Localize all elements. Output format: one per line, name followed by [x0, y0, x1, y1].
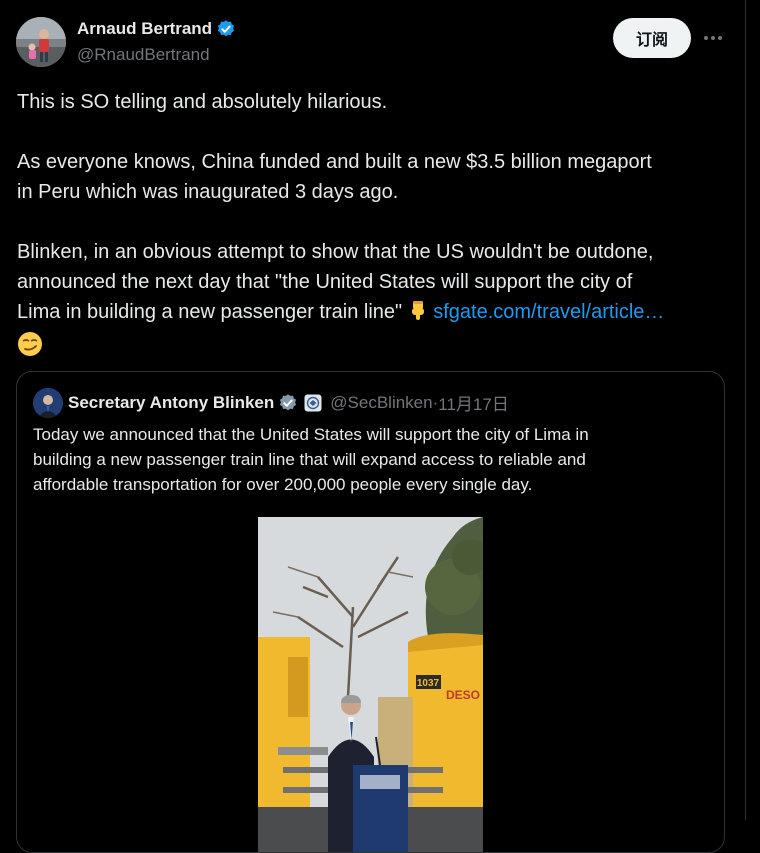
quoted-author-handle[interactable]: @SecBlinken: [330, 393, 432, 413]
train-lettering: DESO: [446, 688, 480, 702]
train-number: 1037: [417, 678, 440, 689]
tweet-line-with-link: Lima in building a new passenger train l…: [17, 297, 737, 331]
quoted-video-thumbnail[interactable]: 1037 DESO: [258, 517, 483, 852]
quoted-line: building a new passenger train line that…: [33, 450, 586, 469]
subscribe-button[interactable]: 订阅: [613, 18, 691, 58]
tweet-line: This is SO telling and absolutely hilari…: [17, 91, 388, 113]
tweet-emoji-line: [17, 331, 737, 366]
tweet-line: Blinken, in an obvious attempt to show t…: [17, 241, 654, 263]
tweet-line: As everyone knows, China funded and buil…: [17, 151, 652, 173]
quoted-date[interactable]: 11月17日: [438, 390, 509, 415]
quoted-line: affordable transportation for over 200,0…: [33, 475, 533, 494]
quoted-line: Today we announced that the United State…: [33, 425, 589, 444]
author-name[interactable]: Arnaud Bertrand: [77, 19, 212, 39]
tweet-line: in Peru which was inaugurated 3 days ago…: [17, 181, 399, 203]
quoted-tweet-card[interactable]: Secretary Antony Blinken @SecBlinken · 1…: [16, 371, 725, 853]
quoted-author-avatar[interactable]: [33, 388, 63, 418]
more-options-icon[interactable]: [701, 26, 725, 50]
author-name-row[interactable]: Arnaud Bertrand: [77, 19, 236, 39]
quoted-author-name[interactable]: Secretary Antony Blinken: [68, 393, 274, 413]
verified-badge-icon: [216, 19, 236, 39]
article-link[interactable]: sfgate.com/travel/article…: [433, 301, 664, 323]
tweet-line: Lima in building a new passenger train l…: [17, 301, 403, 323]
government-badge-icon: [304, 394, 322, 412]
column-border: [745, 0, 746, 820]
author-avatar[interactable]: [16, 17, 66, 67]
author-handle[interactable]: @RnaudBertrand: [77, 45, 210, 65]
quoted-text: Today we announced that the United State…: [33, 422, 713, 497]
tweet-line: announced the next day that "the United …: [17, 271, 633, 293]
gray-verified-badge-icon: [278, 393, 298, 413]
tweet-text: This is SO telling and absolutely hilari…: [17, 87, 737, 366]
quoted-header: Secretary Antony Blinken @SecBlinken · 1…: [68, 390, 509, 415]
pointing-down-emoji: [408, 300, 428, 331]
smirk-emoji: [17, 331, 43, 366]
